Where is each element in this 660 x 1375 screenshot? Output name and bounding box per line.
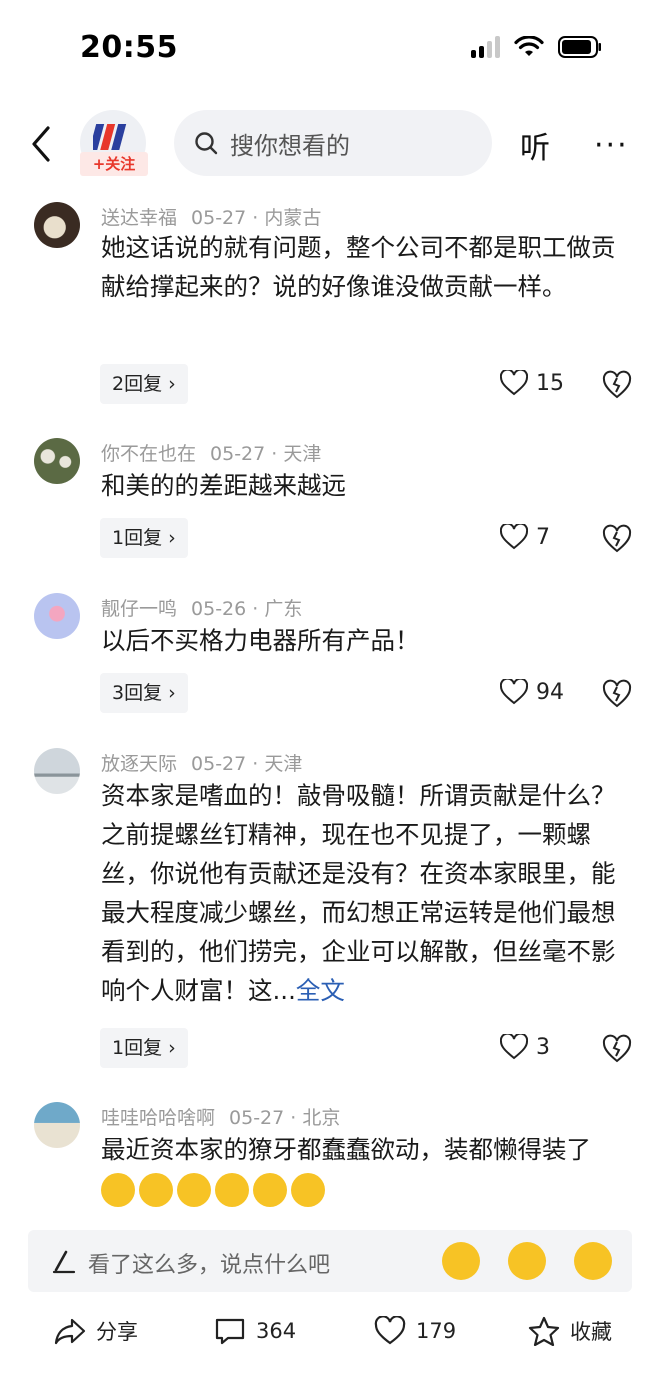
comment-username[interactable]: 哇哇哈哈啥啊: [101, 1107, 215, 1129]
comment-location: 内蒙古: [264, 207, 322, 229]
comment-date: 05-27: [210, 443, 266, 465]
comment-date: 05-27: [191, 753, 247, 775]
follow-button[interactable]: +关注: [80, 152, 148, 176]
like-button[interactable]: 94: [500, 679, 564, 705]
comment-input-bar[interactable]: 看了这么多，说点什么吧: [28, 1230, 632, 1292]
bottom-action-bar: 分享 364 179 收藏: [0, 1300, 660, 1370]
avatar[interactable]: [34, 1102, 80, 1148]
wifi-icon: [514, 36, 544, 56]
like-button[interactable]: 15: [500, 370, 564, 396]
crying-laughing-emoji-button[interactable]: [574, 1242, 612, 1280]
comment-username[interactable]: 送达幸福: [101, 207, 177, 229]
comment-text: 她这话说的就有问题，整个公司不都是职工做贡献给撑起来的？说的好像谁没做贡献一样。: [101, 233, 616, 301]
publisher-logo-icon: [93, 124, 127, 150]
replies-button[interactable]: 3回复 ›: [100, 673, 188, 713]
comment-location: 北京: [302, 1107, 341, 1129]
avatar[interactable]: [34, 748, 80, 794]
comment-text: 最近资本家的獠牙都蠢蠢欲动，装都懒得装了: [101, 1130, 631, 1208]
back-arrow-icon[interactable]: [26, 122, 56, 166]
heart-icon: [374, 1316, 406, 1345]
comment-date: 05-27: [191, 207, 247, 229]
heart-icon: [500, 1034, 528, 1060]
like-count: 94: [536, 679, 564, 705]
heart-icon: [500, 524, 528, 550]
full-text-link[interactable]: 全文: [296, 976, 345, 1005]
comment-text: 以后不买格力电器所有产品！: [101, 626, 420, 655]
laughing-crying-emoji-icon: [177, 1173, 211, 1207]
comments-count: 364: [256, 1319, 297, 1343]
broken-heart-icon[interactable]: [602, 679, 632, 709]
share-label: 分享: [96, 1320, 138, 1344]
avatar[interactable]: [34, 438, 80, 484]
comments-button[interactable]: 364: [214, 1316, 296, 1346]
favorite-button[interactable]: 收藏: [528, 1316, 612, 1346]
comment-text: 和美的的差距越来越远: [101, 471, 346, 500]
like-count: 7: [536, 524, 550, 550]
status-bar: 20:55: [0, 0, 660, 100]
laughing-emoji-button[interactable]: [442, 1242, 480, 1280]
broken-heart-icon[interactable]: [602, 370, 632, 400]
signal-icon: [471, 36, 500, 58]
comment-username[interactable]: 放逐天际: [101, 753, 177, 775]
likes-count: 179: [416, 1319, 457, 1343]
comment-input-placeholder: 看了这么多，说点什么吧: [88, 1253, 331, 1278]
more-options-button[interactable]: ···: [594, 128, 629, 163]
comment-icon: [215, 1318, 245, 1345]
replies-button[interactable]: 1回复 ›: [100, 518, 188, 558]
status-time: 20:55: [80, 30, 178, 65]
comment-location: 广东: [264, 598, 303, 620]
search-icon: [195, 132, 218, 155]
pen-icon: [52, 1250, 76, 1274]
comment-location: 天津: [264, 753, 303, 775]
share-button[interactable]: 分享: [54, 1316, 138, 1346]
replies-button[interactable]: 1回复 ›: [100, 1028, 188, 1068]
screaming-emoji-button[interactable]: [508, 1242, 546, 1280]
laughing-crying-emoji-icon: [101, 1173, 135, 1207]
like-post-button[interactable]: 179: [374, 1316, 456, 1346]
laughing-crying-emoji-icon: [291, 1173, 325, 1207]
battery-icon: [558, 36, 601, 58]
heart-icon: [500, 370, 528, 396]
star-icon: [528, 1316, 560, 1346]
laughing-crying-emoji-icon: [215, 1173, 249, 1207]
laughing-crying-emoji-icon: [253, 1173, 287, 1207]
like-button[interactable]: 3: [500, 1034, 550, 1060]
avatar[interactable]: [34, 593, 80, 639]
replies-button[interactable]: 2回复 ›: [100, 364, 188, 404]
broken-heart-icon[interactable]: [602, 524, 632, 554]
avatar[interactable]: [34, 202, 80, 248]
comment-text: 资本家是嗜血的！敲骨吸髓！所谓贡献是什么？之前提螺丝钉精神，现在也不见提了，一颗…: [101, 781, 616, 1005]
comment-date: 05-27: [229, 1107, 285, 1129]
comment-username[interactable]: 你不在也在: [101, 443, 196, 465]
comment-location: 天津: [283, 443, 322, 465]
comment-username[interactable]: 靓仔一鸣: [101, 598, 177, 620]
comment-date: 05-26: [191, 598, 247, 620]
share-icon: [54, 1318, 86, 1345]
like-button[interactable]: 7: [500, 524, 550, 550]
like-count: 15: [536, 370, 564, 396]
search-placeholder: 搜你想看的: [230, 131, 350, 160]
listen-button[interactable]: 听: [520, 123, 550, 167]
top-nav-bar: +关注 搜你想看的 听 ···: [0, 100, 660, 190]
favorite-label: 收藏: [570, 1320, 612, 1344]
laughing-crying-emoji-icon: [139, 1173, 173, 1207]
broken-heart-icon[interactable]: [602, 1034, 632, 1064]
like-count: 3: [536, 1034, 550, 1060]
heart-icon: [500, 679, 528, 705]
search-bar[interactable]: 搜你想看的: [174, 110, 492, 176]
laughing-crying-emoji-row: [101, 1173, 325, 1207]
